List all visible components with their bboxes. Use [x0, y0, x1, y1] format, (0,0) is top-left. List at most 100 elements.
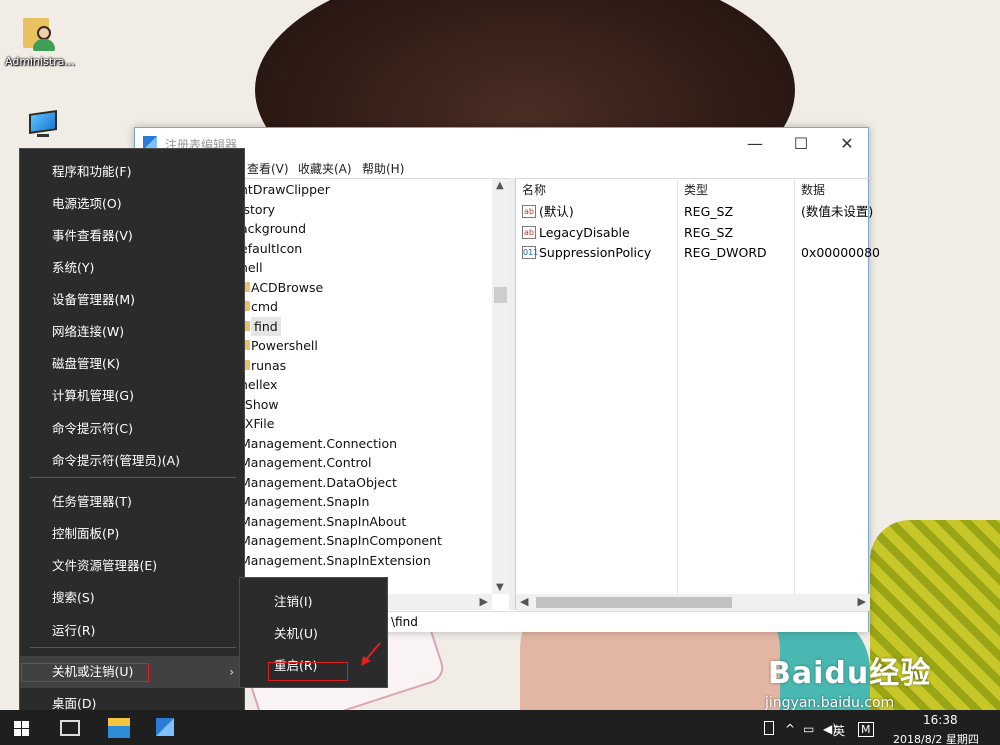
- tree-item-label: Management.Connection: [240, 435, 398, 451]
- value-row[interactable]: ab (默认) REG_SZ (数值未设置): [516, 202, 873, 222]
- binary-value-icon: 011: [522, 246, 539, 259]
- menu-separator: [30, 647, 236, 648]
- column-header-data[interactable]: 数据: [795, 179, 825, 201]
- scroll-thumb[interactable]: [494, 287, 507, 303]
- tree-item-label: Management.DataObject: [240, 474, 397, 490]
- highlight-box-shutdown: [21, 663, 149, 682]
- menu-item-label: 命令提示符(管理员)(A): [52, 453, 181, 468]
- task-view-icon[interactable]: [60, 720, 80, 736]
- menu-item-label: 搜索(S): [52, 590, 95, 605]
- winx-menu-item[interactable]: 磁盘管理(K): [20, 348, 244, 380]
- tree-item-label: ackground: [240, 221, 306, 236]
- menu-item-label: 系统(Y): [52, 260, 95, 275]
- scroll-down-arrow-icon[interactable]: ▼: [496, 582, 504, 593]
- tree-item-label: find: [251, 316, 281, 336]
- network-icon[interactable]: ▭: [803, 722, 814, 736]
- menu-item-label: 磁盘管理(K): [52, 356, 120, 371]
- winx-menu-item[interactable]: 事件查看器(V): [20, 220, 244, 252]
- winx-menu-item[interactable]: 程序和功能(F): [20, 156, 244, 188]
- menu-item-label: 运行(R): [52, 623, 96, 638]
- tree-item-label: Management.Control: [240, 455, 372, 470]
- value-data: (数值未设置): [801, 204, 874, 219]
- menu-item-label: 注销(I): [274, 594, 313, 609]
- minimize-button[interactable]: —: [732, 128, 778, 158]
- scroll-up-arrow-icon[interactable]: ▲: [496, 180, 504, 191]
- start-button-windows-icon[interactable]: [14, 721, 30, 737]
- menu-item-label: 电源选项(O): [52, 196, 122, 211]
- tree-item-label: tXFile: [240, 416, 275, 431]
- tree-item-label: ACDBrowse: [251, 279, 324, 295]
- value-row[interactable]: 011 SuppressionPolicy REG_DWORD 0x00000080: [516, 243, 880, 263]
- string-value-icon: ab: [522, 225, 536, 239]
- desktop-icon-label: Administra...: [5, 55, 75, 68]
- pointer-arrow-icon: [361, 642, 381, 666]
- winx-menu-item[interactable]: 命令提示符(C): [20, 413, 244, 445]
- show-hidden-icons-chevron-icon[interactable]: ^: [785, 722, 795, 736]
- menu-item-label: 关机(U): [274, 626, 318, 641]
- menu-item-label: 网络连接(W): [52, 324, 125, 339]
- tree-item-label: Management.SnapIn: [240, 494, 370, 509]
- winx-menu-item[interactable]: 运行(R): [20, 615, 244, 647]
- tree-item-label: Management.SnapInExtension: [240, 552, 431, 568]
- winx-menu-item[interactable]: 计算机管理(G): [20, 380, 244, 412]
- tree-item-label: efaultIcon: [240, 240, 303, 256]
- user-folder-icon: [23, 12, 57, 52]
- scroll-left-arrow-icon[interactable]: ◀: [520, 595, 528, 608]
- winx-menu-item[interactable]: 命令提示符(管理员)(A): [20, 445, 244, 477]
- value-type: REG_DWORD: [684, 245, 767, 260]
- winx-menu-item[interactable]: 电源选项(O): [20, 188, 244, 220]
- menu-item-label: 事件查看器(V): [52, 228, 133, 243]
- tree-vertical-scrollbar[interactable]: ▲ ▼: [492, 179, 509, 594]
- winx-menu-item[interactable]: 系统(Y): [20, 252, 244, 284]
- regedit-taskbar-icon[interactable]: [156, 718, 174, 736]
- menu-item-label: 控制面板(P): [52, 526, 120, 541]
- clock-date[interactable]: 2018/8/2 星期四: [893, 731, 979, 745]
- tree-item-label: Management.SnapInAbout: [240, 513, 407, 529]
- menu-view[interactable]: 查看(V): [247, 160, 289, 177]
- clock-time[interactable]: 16:38: [923, 713, 958, 727]
- close-button[interactable]: ✕: [824, 128, 870, 158]
- winx-menu-item[interactable]: 任务管理器(T): [20, 486, 244, 518]
- menu-help[interactable]: 帮助(H): [362, 160, 404, 177]
- tree-item-label: ntDrawClipper: [240, 182, 330, 197]
- submenu-arrow-icon: ›: [229, 665, 234, 679]
- status-path: \find: [391, 615, 418, 629]
- file-explorer-icon[interactable]: [108, 718, 130, 738]
- submenu-item[interactable]: 注销(I): [240, 586, 387, 618]
- desktop-icon-user-folder[interactable]: Administra...: [0, 12, 80, 68]
- ime-language-indicator[interactable]: 英: [833, 722, 845, 739]
- winx-menu-item[interactable]: 设备管理器(M): [20, 284, 244, 316]
- tree-item-label: hellex: [240, 377, 278, 392]
- menu-item-label: 命令提示符(C): [52, 421, 133, 436]
- menu-item-label: 任务管理器(T): [52, 494, 132, 509]
- value-data: 0x00000080: [801, 245, 880, 260]
- maximize-button[interactable]: ☐: [778, 128, 824, 158]
- winx-menu-item[interactable]: 搜索(S): [20, 582, 244, 614]
- value-name: SuppressionPolicy: [539, 245, 652, 260]
- desktop-icon-this-pc[interactable]: [2, 110, 82, 147]
- tree-item-label: Powershell: [251, 338, 318, 353]
- scroll-thumb[interactable]: [536, 597, 732, 608]
- column-header-type[interactable]: 类型: [678, 179, 708, 201]
- highlight-box-restart: [268, 662, 348, 681]
- column-header-name[interactable]: 名称: [516, 179, 546, 201]
- taskbar: ^ ▭ ◀) 英 M 16:38 2018/8/2 星期四: [0, 710, 1000, 745]
- value-list-pane: 名称 类型 数据 ◀ ▶ ab (默认) REG_SZ (数值未设置) ab Legacy…: [515, 178, 880, 611]
- value-name: LegacyDisable: [539, 224, 630, 240]
- ime-mode-indicator[interactable]: M: [858, 722, 874, 737]
- winx-menu-item[interactable]: 文件资源管理器(E): [20, 550, 244, 582]
- menu-item-label: 文件资源管理器(E): [52, 558, 158, 573]
- scroll-right-arrow-icon[interactable]: ▶: [858, 595, 866, 608]
- value-row[interactable]: ab LegacyDisable REG_SZ: [516, 223, 869, 243]
- winx-menu-item[interactable]: 控制面板(P): [20, 518, 244, 550]
- list-horizontal-scrollbar[interactable]: ◀ ▶: [516, 594, 870, 611]
- baidu-watermark-url: jingyan.baidu.com: [765, 695, 895, 711]
- winx-menu-item[interactable]: 网络连接(W): [20, 316, 244, 348]
- scroll-right-arrow-icon[interactable]: ▶: [480, 595, 488, 608]
- tree-item-label: istory: [240, 201, 276, 217]
- menu-favorites[interactable]: 收藏夹(A): [298, 160, 352, 177]
- menu-separator: [30, 477, 236, 478]
- tree-item-label: tShow: [240, 396, 279, 412]
- usb-drive-icon[interactable]: [764, 721, 774, 735]
- menu-item-label: 桌面(D): [52, 696, 97, 711]
